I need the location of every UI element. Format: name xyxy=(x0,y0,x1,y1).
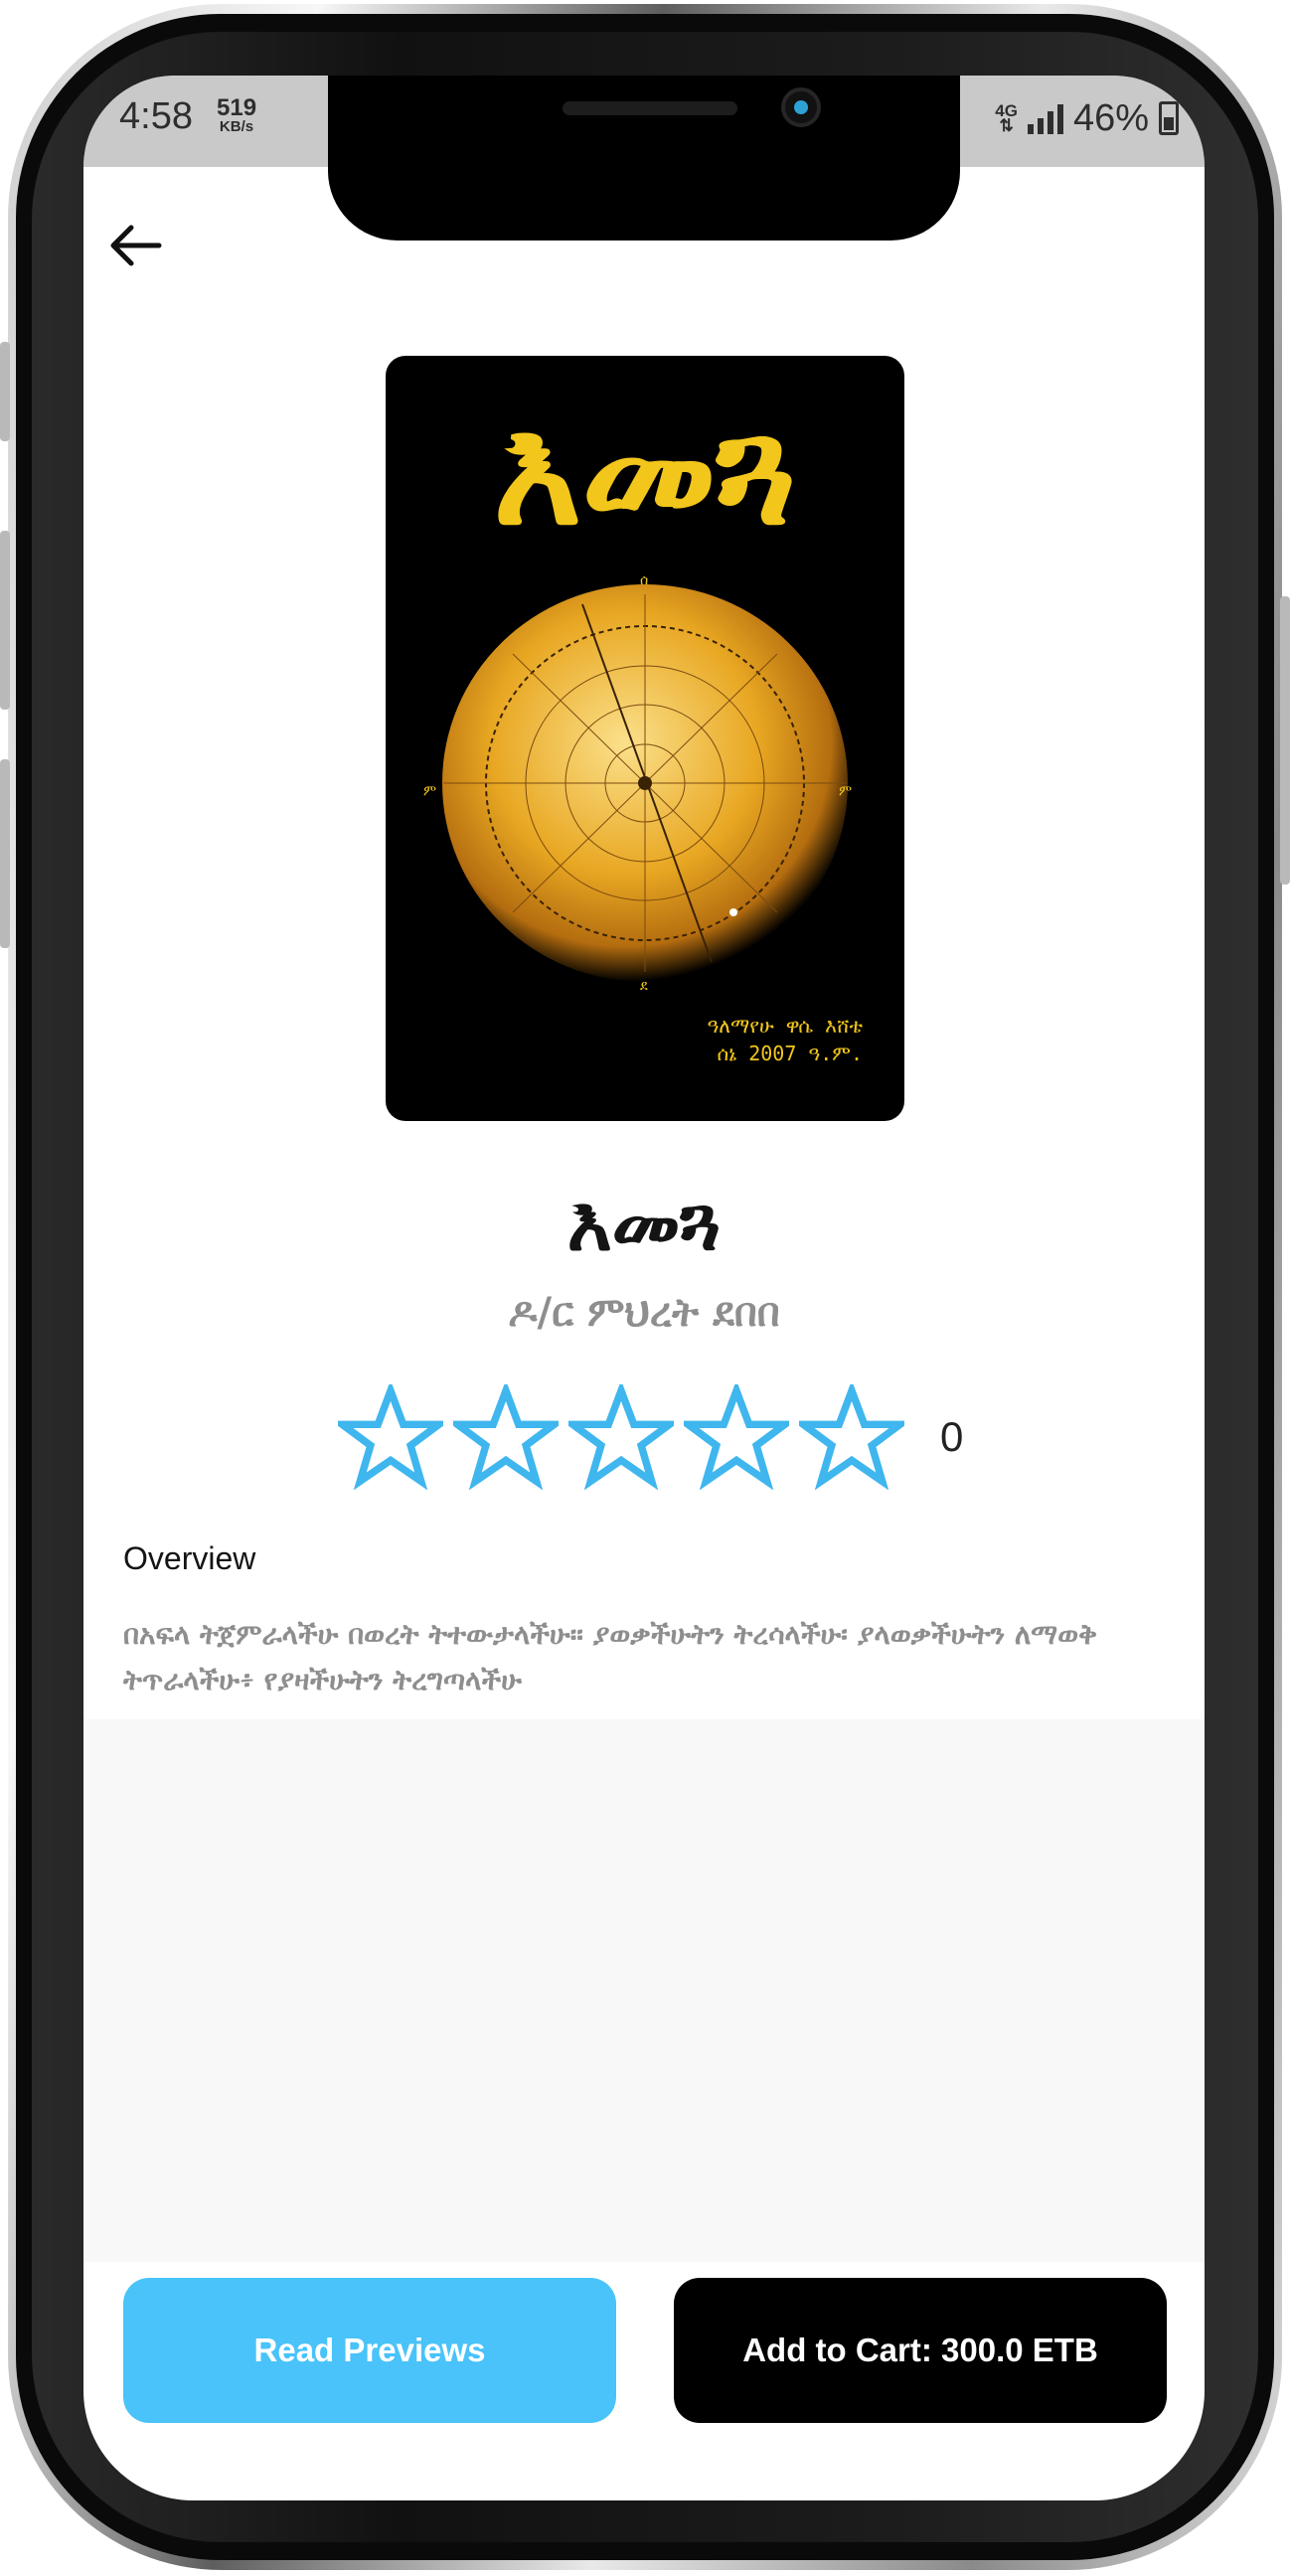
svg-text:ም: ም xyxy=(839,783,852,799)
arrow-left-icon xyxy=(110,225,162,266)
add-to-cart-button[interactable]: Add to Cart: 300.0 ETB xyxy=(674,2278,1167,2423)
power-button xyxy=(1280,596,1290,885)
empty-content-area xyxy=(83,1719,1205,2262)
star-icon[interactable] xyxy=(568,1384,674,1490)
svg-text:ም: ም xyxy=(423,783,436,799)
book-title: እመጓ xyxy=(566,1179,722,1267)
book-cover: እመጓ ሰ ም ም ደ ዓለማየሁ ዋሴ እሸቴ ሰኔ 2007 ዓ.ም. xyxy=(386,356,904,1121)
volume-down-button xyxy=(0,531,10,710)
star-icon[interactable] xyxy=(799,1384,904,1490)
network-speed-unit: KB/s xyxy=(219,117,254,135)
battery-percent: 46% xyxy=(1072,96,1149,139)
bixby-button xyxy=(0,759,10,948)
svg-text:ደ: ደ xyxy=(640,978,648,992)
cover-footer: ዓለማየሁ ዋሴ እሸቴ ሰኔ 2007 ዓ.ም. xyxy=(707,1012,863,1067)
cover-title: እመጓ xyxy=(493,386,797,559)
read-previews-button[interactable]: Read Previews xyxy=(123,2278,616,2423)
star-icon[interactable] xyxy=(338,1384,443,1490)
network-speed: 519 KB/s xyxy=(217,94,257,135)
battery-icon xyxy=(1159,101,1179,135)
network-speed-value: 519 xyxy=(217,94,257,121)
star-icon[interactable] xyxy=(684,1384,789,1490)
svg-text:ሰ: ሰ xyxy=(640,574,648,588)
signal-icon xyxy=(1027,102,1063,134)
cover-date: ሰኔ 2007 ዓ.ም. xyxy=(717,1042,863,1065)
app-screen: 4:58 519 KB/s 4G ⇅ 46% እመጓ ሰ ም ም ደ ዓለማየሁ… xyxy=(83,76,1205,2500)
star-icon[interactable] xyxy=(453,1384,559,1490)
camera-notch xyxy=(328,76,960,241)
network-type-label: 4G xyxy=(995,100,1018,120)
earpiece-speaker xyxy=(563,101,737,115)
overview-heading: Overview xyxy=(123,1540,256,1576)
status-right-group: 4G ⇅ 46% xyxy=(995,93,1179,143)
book-author: ዶ/ር ምህረት ደበበ xyxy=(508,1290,780,1336)
status-time: 4:58 xyxy=(119,95,193,137)
volume-up-button xyxy=(0,342,10,441)
front-camera xyxy=(781,87,821,127)
cover-author: ዓለማየሁ ዋሴ እሸቴ xyxy=(707,1014,863,1038)
back-button[interactable] xyxy=(103,213,169,278)
cover-sun-illustration: ሰ ም ም ደ xyxy=(423,574,852,992)
star-rating: 0 xyxy=(338,1384,964,1490)
rating-count: 0 xyxy=(940,1413,964,1460)
overview-text: በአፍላ ትጀምራላችሁ በወረት ትተውታላችሁ። ያወቃችሁትን ትረሳላች… xyxy=(123,1618,1097,1696)
network-type: 4G ⇅ xyxy=(995,100,1018,135)
